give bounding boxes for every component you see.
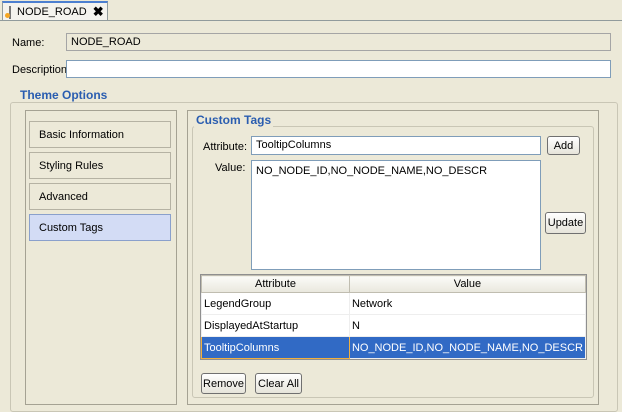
description-label: Description: — [12, 64, 71, 76]
clear-all-button[interactable]: Clear All — [255, 373, 302, 394]
cell-attribute[interactable]: LegendGroup — [201, 292, 350, 315]
table-row[interactable]: LegendGroup Network — [201, 292, 587, 315]
cell-value[interactable]: Network — [348, 292, 587, 315]
tags-table: Attribute Value LegendGroup Network Displa… — [200, 274, 587, 360]
nav-label: Custom Tags — [39, 221, 103, 234]
attribute-input[interactable]: TooltipColumns — [251, 136, 541, 155]
update-button[interactable]: Update — [545, 212, 586, 234]
cell-attribute[interactable]: TooltipColumns — [201, 336, 350, 359]
description-field[interactable] — [66, 60, 611, 78]
theme-options-title: Theme Options — [18, 88, 110, 102]
custom-tags-title: Custom Tags — [194, 113, 274, 127]
nav-label: Styling Rules — [39, 159, 104, 172]
table-row-selected[interactable]: TooltipColumns NO_NODE_ID,NO_NODE_NAME,NO… — [201, 336, 587, 359]
nav-advanced[interactable]: Advanced — [29, 183, 171, 210]
cell-value[interactable]: N — [348, 314, 587, 337]
tab-title: NODE_ROAD — [17, 6, 87, 18]
close-icon[interactable]: ✖ — [93, 4, 104, 20]
value-textarea[interactable]: NO_NODE_ID,NO_NODE_NAME,NO_DESCR — [251, 160, 541, 270]
tab-node-road[interactable]: NODE_ROAD ✖ — [2, 1, 108, 21]
cell-attribute[interactable]: DisplayedAtStartup — [201, 314, 350, 337]
column-header-value[interactable]: Value — [348, 275, 587, 293]
attribute-label: Attribute: — [203, 141, 248, 153]
nav-label: Basic Information — [39, 128, 124, 141]
nav-custom-tags[interactable]: Custom Tags — [29, 214, 171, 241]
cell-value[interactable]: NO_NODE_ID,NO_NODE_NAME,NO_DESCR — [348, 336, 587, 359]
nav-styling-rules[interactable]: Styling Rules — [29, 152, 171, 179]
column-header-attribute[interactable]: Attribute — [201, 275, 350, 293]
name-label: Name: — [12, 37, 45, 49]
table-row[interactable]: DisplayedAtStartup N — [201, 314, 587, 337]
nav-basic-information[interactable]: Basic Information — [29, 121, 171, 148]
add-button[interactable]: Add — [547, 136, 580, 155]
value-label: Value: — [215, 162, 246, 174]
remove-button[interactable]: Remove — [201, 373, 246, 394]
theme-icon — [5, 5, 11, 19]
name-field[interactable]: NODE_ROAD — [66, 33, 611, 51]
nav-label: Advanced — [39, 190, 88, 203]
